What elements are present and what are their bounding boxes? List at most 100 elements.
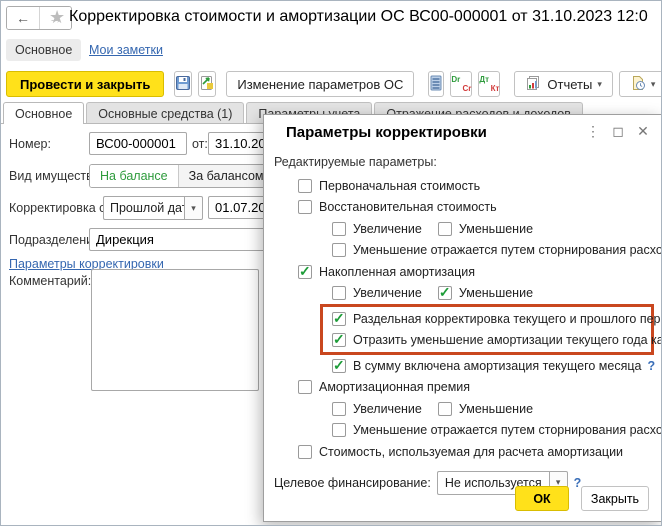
checkbox-depreciation-bonus[interactable] <box>298 380 312 394</box>
document-history-button[interactable]: ▾ <box>619 71 662 97</box>
help-icon[interactable]: ? <box>647 359 655 373</box>
checkbox-replacement-increase[interactable] <box>332 222 346 236</box>
checkbox-label[interactable]: Уменьшение <box>459 286 533 300</box>
dialog-header: Параметры корректировки ⋮ ◻ ✕ <box>264 115 661 147</box>
row-replacement-reversal: Уменьшение отражается путем сторнировани… <box>274 240 653 262</box>
row-replacement-cost: Восстановительная стоимость <box>274 197 653 219</box>
off-balance-option[interactable]: За балансом <box>179 165 274 187</box>
checkbox-label[interactable]: Увеличение <box>353 222 422 236</box>
more-menu-icon[interactable]: ⋮ <box>585 123 601 140</box>
number-input[interactable]: ВС00-000001 <box>89 132 187 155</box>
row-depreciation-pair: Увеличение Уменьшение <box>274 283 653 305</box>
target-financing-label: Целевое финансирование: <box>274 476 431 490</box>
correction-from-combo: Прошлой даты ▾ <box>103 196 203 220</box>
dialog-buttons: ОК Закрыть <box>515 486 649 511</box>
reports-icon <box>525 75 541 94</box>
checkbox-label[interactable]: Увеличение <box>353 286 422 300</box>
post-document-button[interactable] <box>198 71 216 97</box>
save-icon <box>175 75 191 94</box>
comment-textarea[interactable] <box>91 269 259 391</box>
dtkt-button[interactable]: ДтКт <box>478 71 500 97</box>
toolbar: Провести и закрыть Изменение параметров … <box>6 70 656 98</box>
checkbox-bonus-decrease[interactable] <box>438 402 452 416</box>
tab-fixed-assets[interactable]: Основные средства (1) <box>86 102 244 123</box>
checkbox-initial-cost[interactable] <box>298 179 312 193</box>
row-include-current-month: В сумму включена амортизация текущего ме… <box>274 355 653 377</box>
checkbox-bonus-increase[interactable] <box>332 402 346 416</box>
checkbox-bonus-reversal[interactable] <box>332 423 346 437</box>
change-os-params-button[interactable]: Изменение параметров ОС <box>226 71 414 97</box>
reports-button[interactable]: Отчеты ▾ <box>514 71 612 97</box>
maximize-icon[interactable]: ◻ <box>610 123 626 140</box>
number-label: Номер: <box>9 137 51 151</box>
comment-label: Комментарий: <box>9 274 91 288</box>
checkbox-replacement-decrease[interactable] <box>438 222 452 236</box>
checkbox-label[interactable]: Уменьшение отражается путем сторнировани… <box>353 423 662 437</box>
tab-main[interactable]: Основное <box>3 102 84 124</box>
row-replacement-pair: Увеличение Уменьшение <box>274 218 653 240</box>
checkbox-depreciation-decrease[interactable] <box>438 286 452 300</box>
highlight-box: Раздельная корректировка текущего и прош… <box>320 304 654 355</box>
checkbox-label[interactable]: Раздельная корректировка текущего и прош… <box>353 312 662 326</box>
dialog-body: Редактируемые параметры: Первоначальная … <box>264 147 661 463</box>
checkbox-replacement-reversal[interactable] <box>332 243 346 257</box>
close-button[interactable]: Закрыть <box>581 486 649 511</box>
checkbox-accumulated-depreciation[interactable] <box>298 265 312 279</box>
chevron-down-icon: ▾ <box>597 79 602 90</box>
checkbox-label[interactable]: Увеличение <box>353 402 422 416</box>
property-type-toggle: На балансе За балансом <box>89 164 275 188</box>
checkbox-label[interactable]: Уменьшение <box>459 402 533 416</box>
on-balance-option[interactable]: На балансе <box>90 165 179 187</box>
correction-from-label: Корректировка с: <box>9 201 109 215</box>
document-clock-icon <box>630 75 646 94</box>
checkbox-label[interactable]: Первоначальная стоимость <box>319 179 480 193</box>
chevron-down-icon: ▾ <box>651 79 656 90</box>
checkbox-label[interactable]: Отразить уменьшение амортизации текущего… <box>353 333 662 347</box>
drcr-button[interactable]: DrCr <box>450 71 472 97</box>
row-bonus-pair: Увеличение Уменьшение <box>274 398 653 420</box>
row-separate-correction: Раздельная корректировка текущего и прош… <box>332 308 651 330</box>
back-icon[interactable]: ← <box>7 7 39 29</box>
checkbox-label[interactable]: Амортизационная премия <box>319 380 470 394</box>
correction-from-value[interactable]: Прошлой даты <box>103 196 184 220</box>
post-document-icon <box>199 75 215 94</box>
checkbox-label[interactable]: Уменьшение <box>459 222 533 236</box>
row-bonus-reversal: Уменьшение отражается путем сторнировани… <box>274 420 653 442</box>
checkbox-reverse-current-year[interactable] <box>332 333 346 347</box>
page-title: Корректировка стоимости и амортизации ОС… <box>69 8 659 26</box>
favorite-star-icon[interactable]: ★ <box>49 7 65 28</box>
close-icon[interactable]: ✕ <box>635 123 651 140</box>
checkbox-label[interactable]: В сумму включена амортизация текущего ме… <box>353 359 641 373</box>
nav-item-my-notes[interactable]: Мои заметки <box>89 43 163 57</box>
checkbox-label[interactable]: Накопленная амортизация <box>319 265 475 279</box>
checkbox-replacement-cost[interactable] <box>298 200 312 214</box>
date-label: от: <box>192 137 208 151</box>
post-and-close-button[interactable]: Провести и закрыть <box>6 71 164 97</box>
checkbox-cost-for-depreciation[interactable] <box>298 445 312 459</box>
chevron-down-icon[interactable]: ▾ <box>184 196 203 220</box>
nav-item-main[interactable]: Основное <box>6 39 81 61</box>
window-header: ← → ★ Корректировка стоимости и амортиза… <box>1 1 661 37</box>
command-nav: Основное Мои заметки <box>1 39 661 63</box>
dr-cr-icon: DrCr <box>451 75 471 93</box>
checkbox-label[interactable]: Восстановительная стоимость <box>319 200 497 214</box>
row-initial-cost: Первоначальная стоимость <box>274 175 653 197</box>
row-cost-for-depreciation: Стоимость, используемая для расчета амор… <box>274 441 653 463</box>
row-accumulated-depreciation: Накопленная амортизация <box>274 261 653 283</box>
app-window: ← → ★ Корректировка стоимости и амортиза… <box>0 0 662 526</box>
checkbox-separate-correction[interactable] <box>332 312 346 326</box>
checkbox-label[interactable]: Стоимость, используемая для расчета амор… <box>319 445 623 459</box>
checkbox-label[interactable]: Уменьшение отражается путем сторнировани… <box>353 243 662 257</box>
dt-kt-icon: ДтКт <box>479 75 499 93</box>
row-depreciation-bonus: Амортизационная премия <box>274 377 653 399</box>
checkbox-include-current-month[interactable] <box>332 359 346 373</box>
dialog-title: Параметры корректировки <box>286 124 487 141</box>
ok-button[interactable]: ОК <box>515 486 569 511</box>
editable-params-label: Редактируемые параметры: <box>274 155 653 175</box>
checkbox-depreciation-increase[interactable] <box>332 286 346 300</box>
reports-label: Отчеты <box>547 77 592 92</box>
register-icon <box>429 75 443 94</box>
register-records-button[interactable] <box>428 71 444 97</box>
save-button[interactable] <box>174 71 192 97</box>
row-reverse-current-year: Отразить уменьшение амортизации текущего… <box>332 330 651 352</box>
